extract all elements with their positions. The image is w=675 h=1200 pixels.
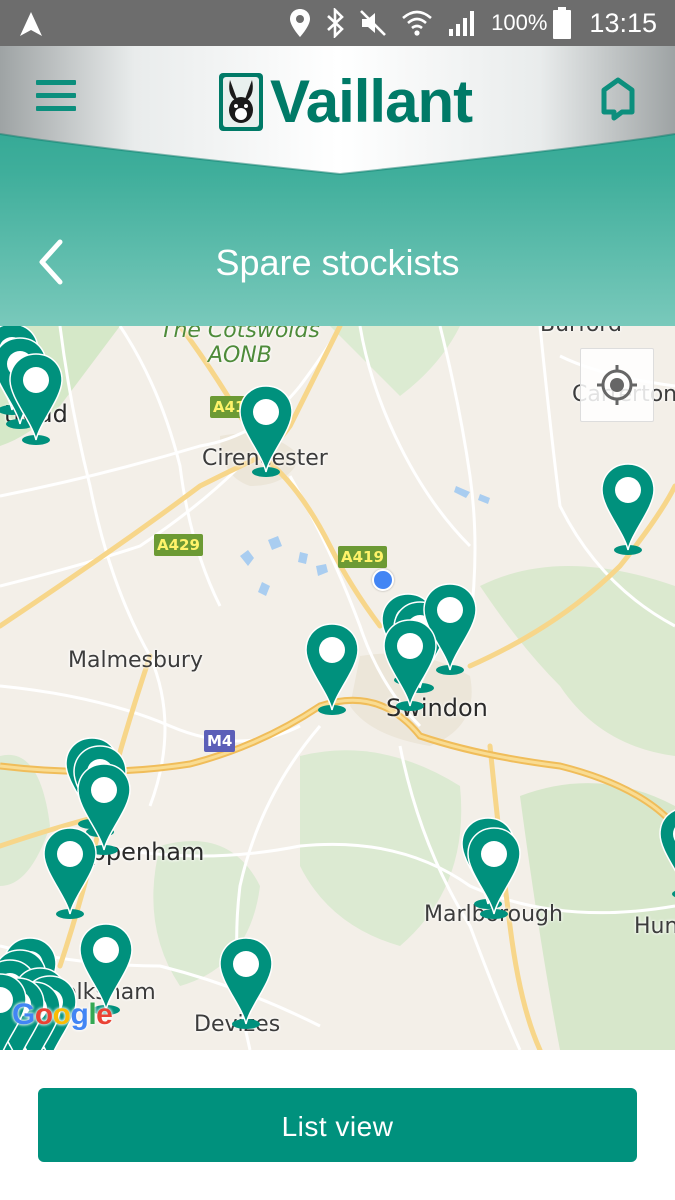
clock: 13:15 <box>589 7 657 38</box>
aonb-line-2: AONB <box>207 343 272 368</box>
battery-percent: 100% <box>491 10 548 35</box>
my-location-button[interactable] <box>580 348 654 422</box>
signal-icon <box>449 11 475 36</box>
aonb-line-1: The Cotswolds <box>160 326 320 343</box>
google-letter: l <box>88 998 97 1031</box>
page-title: Spare stockists <box>215 242 460 283</box>
list-view-button[interactable]: List view <box>38 1088 637 1162</box>
map-label-aonb: The Cotswolds AONB <box>160 326 320 368</box>
hamburger-menu-icon-bar <box>36 93 76 98</box>
current-location-dot <box>372 569 394 591</box>
mute-icon <box>360 10 387 36</box>
stockist-pin-icon[interactable] <box>658 806 675 900</box>
road-shield-a429: A429 <box>154 534 203 556</box>
hamburger-menu-icon-bar <box>36 106 76 111</box>
stockist-pin-icon[interactable] <box>304 622 360 716</box>
location-icon <box>290 9 311 37</box>
battery-icon <box>553 7 572 39</box>
bluetooth-icon <box>327 8 345 38</box>
hare-logo-icon <box>219 73 263 131</box>
stockist-pin-icon[interactable] <box>238 384 294 478</box>
google-letter: o <box>52 998 71 1031</box>
bottom-bar: List view <box>0 1050 675 1200</box>
hamburger-menu-icon <box>36 80 76 85</box>
wifi-icon <box>402 10 432 36</box>
google-letter: o <box>34 998 53 1031</box>
stockist-pin-icon[interactable] <box>42 826 98 920</box>
app-header: Vaillant Spare stockists <box>0 46 675 326</box>
map-label-burford: Burford <box>540 326 622 337</box>
status-bar: 100% 13:15 <box>0 0 675 46</box>
google-letter: e <box>96 998 113 1031</box>
stockist-pin-icon[interactable] <box>466 826 522 920</box>
vaillant-logo: Vaillant <box>218 68 473 135</box>
stockist-pin-icon[interactable] <box>600 462 656 556</box>
stockist-pin-icon[interactable] <box>218 936 274 1030</box>
navigation-icon <box>20 12 42 36</box>
stockist-map[interactable]: The Cotswolds AONB Burford Carterton tro… <box>0 326 675 1050</box>
road-shield-a419: A419 <box>338 546 387 568</box>
map-label-hungerford: Hung <box>634 914 675 939</box>
google-letter: g <box>70 998 89 1031</box>
stockist-pin-icon[interactable] <box>8 352 64 446</box>
road-shield-m4: M4 <box>204 730 236 752</box>
map-label-malmesbury: Malmesbury <box>68 648 203 673</box>
crosshair-icon <box>597 365 637 405</box>
home-icon[interactable] <box>598 76 638 122</box>
brand-name: Vaillant <box>270 68 473 135</box>
stockist-pin-icon[interactable] <box>382 618 438 712</box>
menu-button[interactable] <box>36 80 76 116</box>
google-attribution[interactable]: Google <box>12 998 113 1032</box>
google-letter: G <box>12 998 35 1031</box>
